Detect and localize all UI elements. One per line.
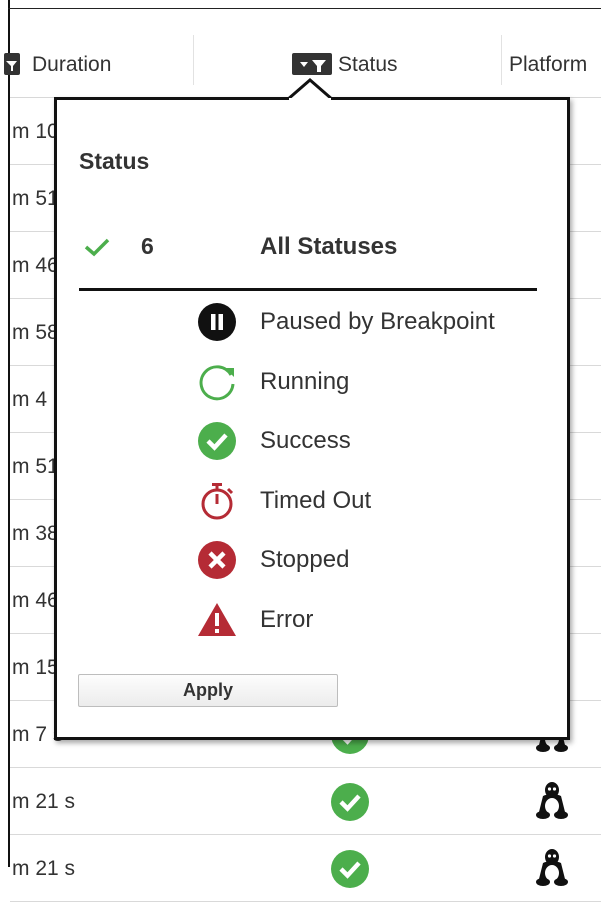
duration-cell: m 4 (12, 388, 48, 411)
linux-icon (534, 780, 570, 825)
duration-cell: m 10 (12, 120, 59, 143)
status-option-label: Stopped (260, 546, 350, 573)
status-option-label: Paused by Breakpoint (260, 308, 495, 335)
column-separator (501, 35, 502, 85)
duration-cell: m 15 (12, 656, 59, 679)
check-icon[interactable] (83, 236, 111, 263)
status-option[interactable]: Timed Out (195, 479, 555, 520)
duration-cell: m 21 s (12, 857, 76, 880)
duration-cell: m 51 (12, 455, 59, 478)
error-icon (195, 598, 239, 642)
linux-icon (534, 847, 570, 892)
all-statuses-count: 6 (141, 233, 154, 259)
all-statuses-option[interactable]: All Statuses (260, 233, 397, 261)
status-option-label: Running (260, 368, 350, 395)
pause-icon (195, 300, 239, 344)
popover-divider (79, 288, 537, 291)
status-option[interactable]: Running (195, 360, 555, 401)
duration-cell: m 38 (12, 522, 59, 545)
status-option-label: Success (260, 427, 351, 454)
status-filter-popover: Status 6 All Statuses Paused by Breakpoi… (54, 78, 570, 740)
status-option[interactable]: Stopped (195, 538, 555, 579)
popover-title: Status (79, 148, 150, 174)
status-option[interactable]: Error (195, 598, 555, 638)
duration-cell: m 58 (12, 321, 59, 344)
running-icon (195, 360, 239, 404)
duration-cell: m 46 (12, 254, 59, 277)
status-column-header[interactable]: Status (338, 53, 398, 77)
success-icon (328, 847, 372, 896)
column-separator (193, 35, 194, 85)
platform-column-header[interactable]: Platform (509, 53, 587, 77)
duration-cell: m 46 (12, 589, 59, 612)
table-row[interactable]: m 21 s (10, 768, 601, 835)
success-icon (195, 419, 239, 463)
status-filter-icon[interactable] (292, 53, 332, 75)
status-option-label: Timed Out (260, 487, 372, 514)
duration-cell: m 51 (12, 187, 59, 210)
status-option[interactable]: Paused by Breakpoint (195, 300, 555, 341)
duration-column-header[interactable]: Duration (32, 53, 111, 77)
popover-caret (286, 78, 334, 100)
duration-cell: m 21 s (12, 790, 76, 813)
apply-button[interactable]: Apply (78, 674, 338, 707)
status-option-label: Error (260, 606, 314, 633)
table-row[interactable]: m 21 s (10, 835, 601, 902)
status-option[interactable]: Success (195, 419, 555, 460)
duration-filter-icon[interactable] (4, 53, 20, 75)
timer-icon (195, 479, 239, 523)
stopped-icon (195, 538, 239, 582)
success-icon (328, 780, 372, 829)
